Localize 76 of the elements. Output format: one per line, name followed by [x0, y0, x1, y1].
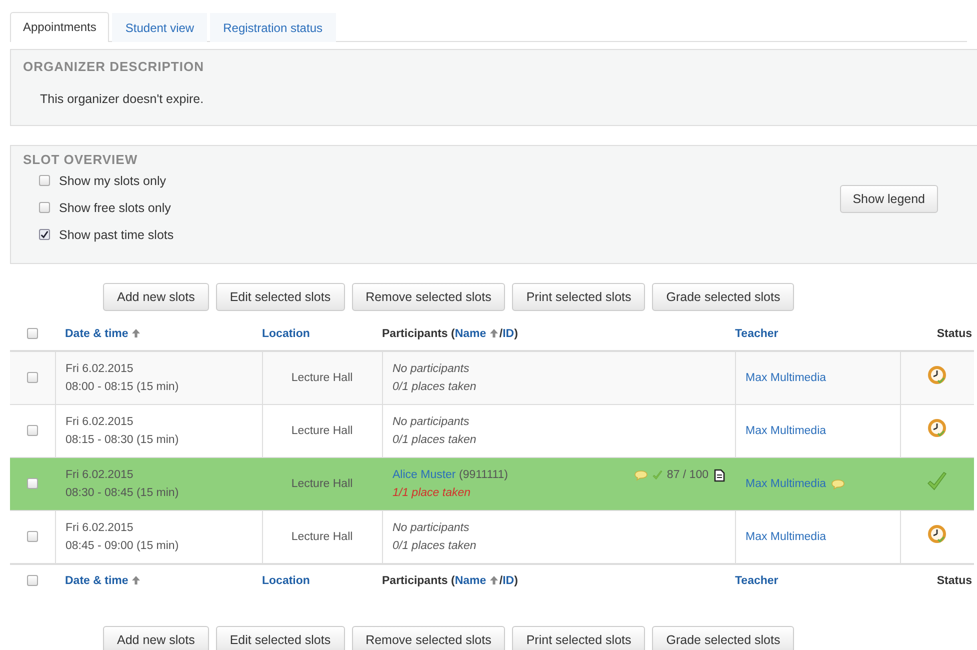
panel-title: SLOT OVERVIEW — [23, 152, 139, 167]
action-button[interactable]: Remove selected slots — [352, 626, 506, 650]
sort-arrow-icon — [489, 328, 500, 338]
sort-arrow-icon — [489, 575, 500, 585]
action-button[interactable]: Print selected slots — [512, 283, 646, 311]
sort-arrow-icon — [131, 328, 142, 338]
action-button[interactable]: Edit selected slots — [216, 283, 345, 311]
location-text: Lecture Hall — [291, 478, 353, 490]
action-button[interactable]: Add new slots — [103, 626, 209, 650]
column-header: Status — [936, 328, 972, 340]
checkbox[interactable] — [27, 328, 38, 340]
slot-date: Fri 6.02.2015 — [66, 362, 134, 377]
separator-text: / — [499, 575, 503, 587]
action-button[interactable]: Print selected slots — [512, 626, 646, 650]
show-legend-button[interactable]: Show legend — [840, 184, 938, 212]
column-header-link[interactable]: ID — [502, 328, 514, 340]
separator-text: / — [499, 328, 503, 340]
slot-time: 08:30 - 08:45 (15 min) — [66, 486, 180, 501]
checkbox[interactable] — [26, 478, 38, 490]
participants-text: No participants — [392, 362, 470, 377]
slot-date: Fri 6.02.2015 — [66, 468, 134, 483]
column-header-link[interactable]: Name — [454, 328, 486, 340]
teacher-name-link[interactable]: Max Multimedia — [746, 422, 826, 440]
column-header-link[interactable]: Teacher — [735, 328, 778, 340]
checkbox[interactable] — [26, 372, 38, 384]
column-header-link[interactable]: ID — [502, 575, 514, 587]
column-header-link[interactable]: Location — [262, 328, 310, 340]
places-text: 0/1 places taken — [392, 539, 478, 554]
checkbox-label: Show free slots only — [59, 200, 171, 214]
participants-text: No participants — [392, 415, 470, 430]
participant-id: (9911111) — [458, 469, 508, 481]
places-text: 0/1 places taken — [392, 433, 478, 448]
column-header-link[interactable]: Name — [454, 575, 486, 587]
column-header-link[interactable]: Location — [262, 575, 310, 587]
column-header-link[interactable]: Teacher — [735, 575, 778, 587]
teacher-name-link[interactable]: Max Multimedia — [746, 528, 826, 546]
checkbox[interactable] — [39, 229, 50, 240]
slot-date: Fri 6.02.2015 — [66, 521, 134, 536]
location-text: Lecture Hall — [291, 531, 353, 543]
tab[interactable]: Appointments — [10, 12, 110, 42]
tab[interactable]: Student view — [112, 13, 208, 42]
places-text: 0/1 places taken — [392, 380, 478, 395]
grade-text: 87 / 100 — [666, 468, 708, 483]
column-header: ) — [514, 328, 518, 340]
checkbox[interactable] — [27, 575, 38, 586]
action-button[interactable]: Add new slots — [103, 283, 209, 311]
column-header: Status — [936, 575, 972, 587]
action-button[interactable]: Grade selected slots — [652, 283, 794, 311]
location-text: Lecture Hall — [291, 372, 353, 384]
checkbox-label: Show past time slots — [59, 228, 174, 242]
checkbox[interactable] — [26, 531, 38, 542]
checkbox[interactable] — [26, 425, 38, 436]
column-header-link[interactable]: Date & time — [65, 575, 128, 587]
sort-arrow-icon — [131, 575, 142, 585]
slot-date: Fri 6.02.2015 — [66, 415, 134, 430]
column-header: Participants ( — [382, 575, 455, 587]
places-text: 1/1 place taken — [392, 486, 472, 501]
action-button[interactable]: Edit selected slots — [216, 626, 345, 650]
slot-time: 08:15 - 08:30 (15 min) — [66, 433, 180, 448]
checkbox[interactable] — [39, 175, 50, 186]
checkbox-label: Show my slots only — [59, 174, 166, 188]
tab[interactable]: Registration status — [210, 13, 336, 42]
slot-time: 08:45 - 09:00 (15 min) — [66, 539, 180, 554]
action-button[interactable]: Remove selected slots — [352, 283, 506, 311]
document-icon — [712, 468, 724, 482]
panel-title: ORGANIZER DESCRIPTION — [23, 59, 205, 74]
slot-time: 08:00 - 08:15 (15 min) — [66, 380, 180, 395]
column-header-link[interactable]: Date & time — [65, 328, 128, 340]
location-text: Lecture Hall — [291, 425, 353, 437]
checkbox[interactable] — [39, 202, 50, 213]
participants-text: No participants — [392, 521, 470, 536]
action-button[interactable]: Grade selected slots — [652, 626, 794, 650]
description-text: This organizer doesn't expire. — [40, 92, 205, 106]
column-header: ) — [514, 575, 518, 587]
teacher-name-link[interactable]: Max Multimedia — [746, 369, 826, 387]
column-header: Participants ( — [382, 328, 455, 340]
